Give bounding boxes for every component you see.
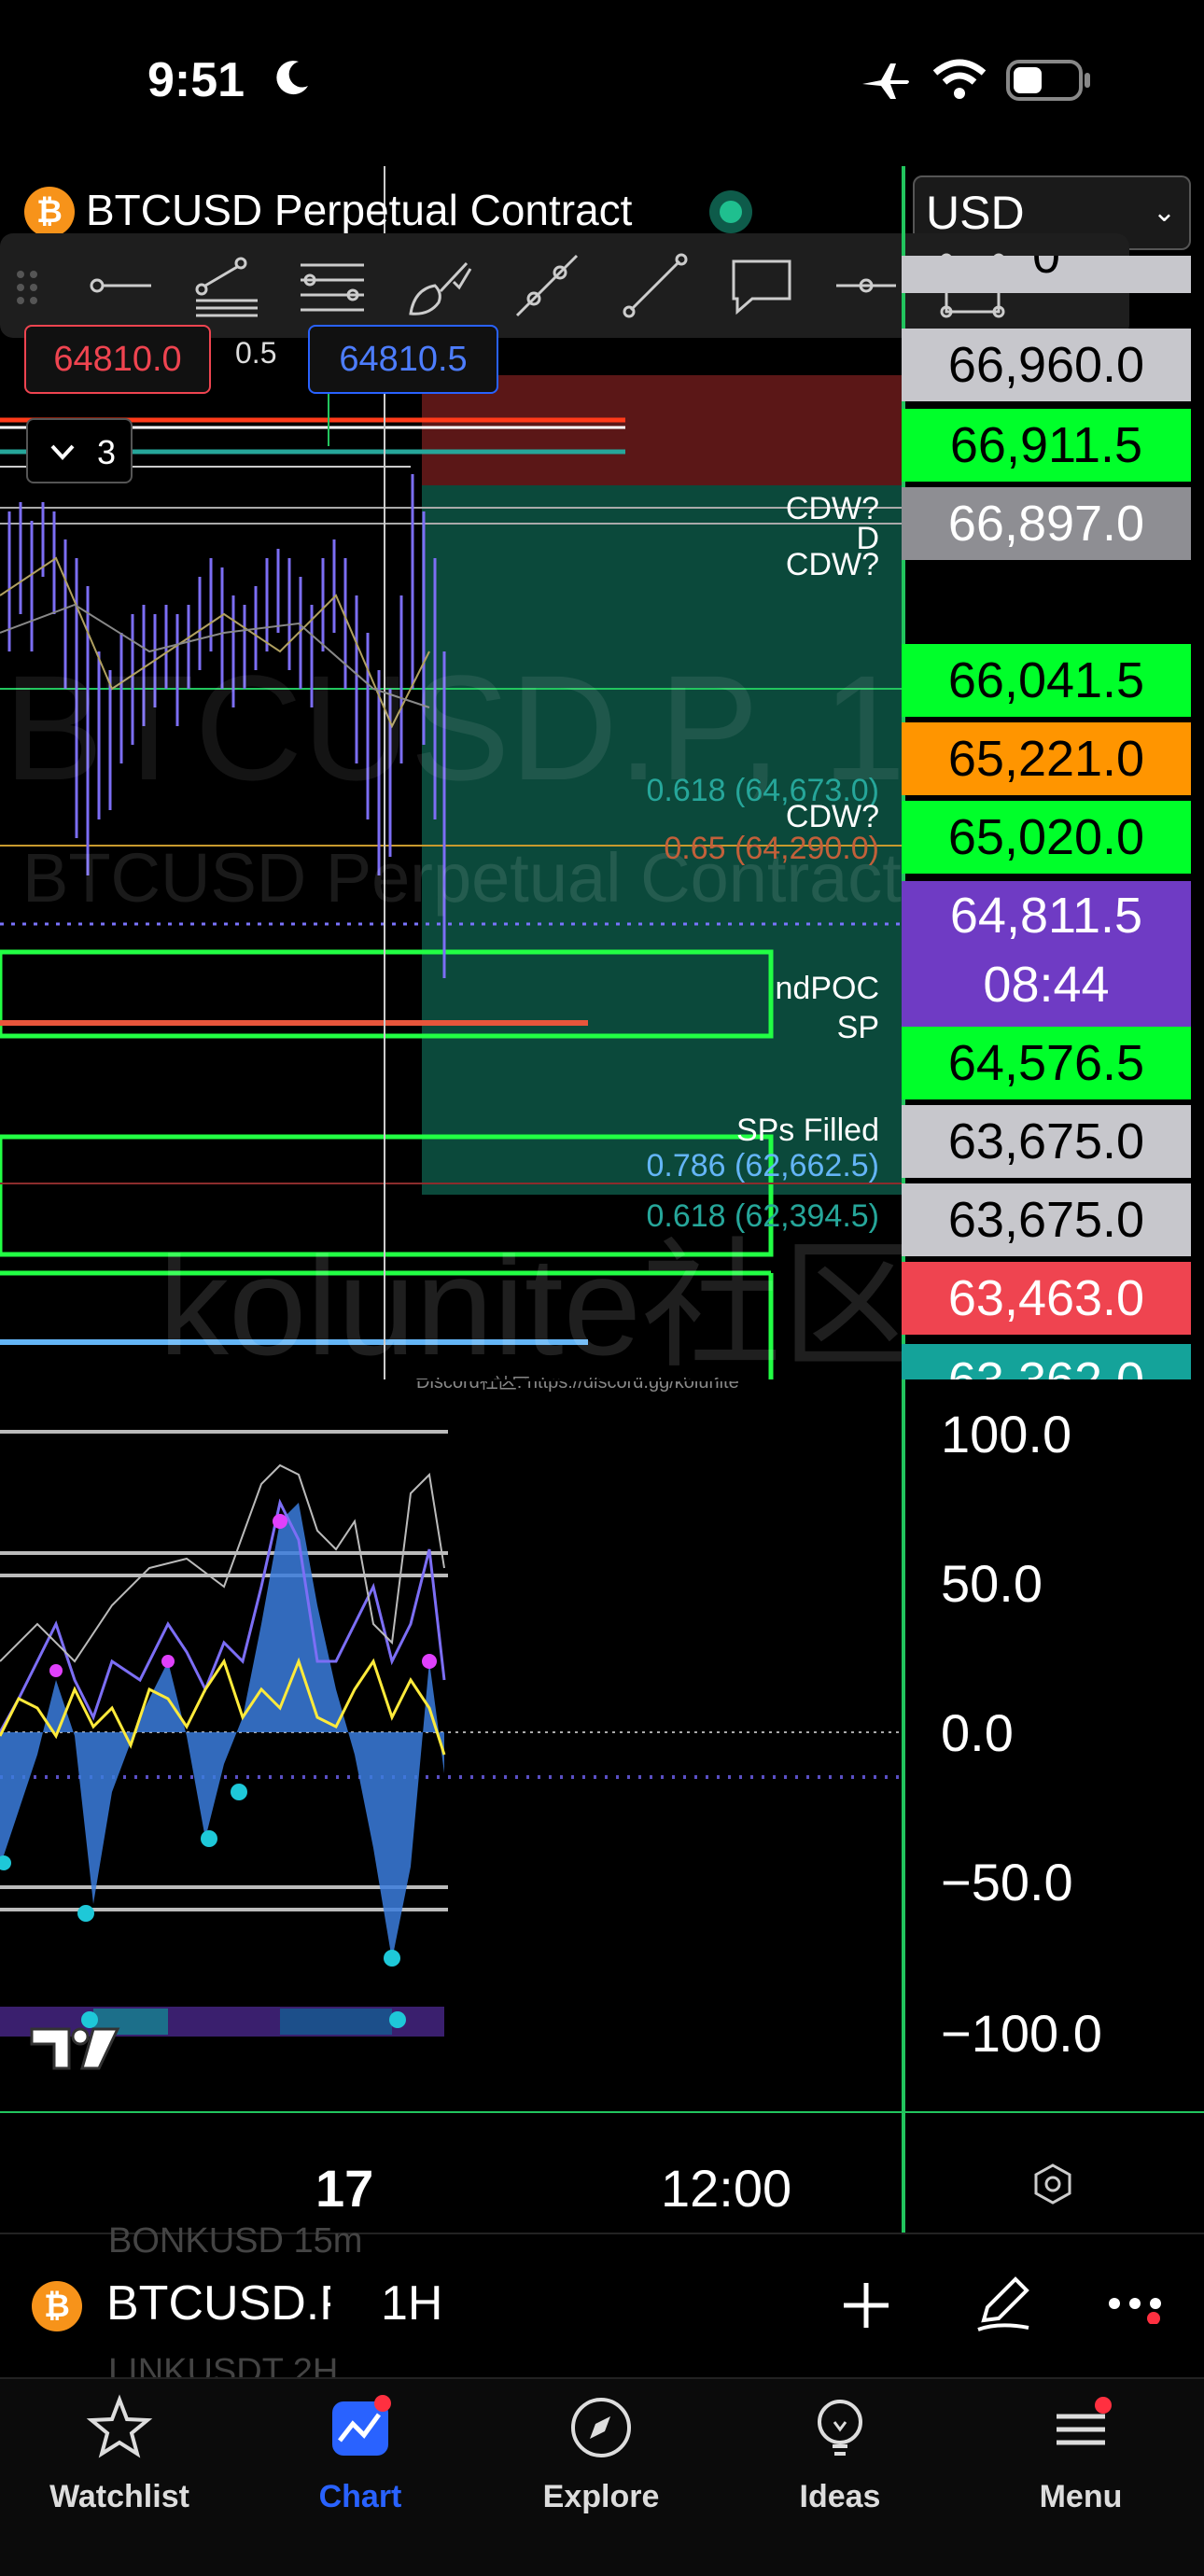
symbol-title[interactable]: BTCUSD Perpetual Contract	[86, 185, 632, 235]
axis-divider	[902, 2111, 905, 2234]
menu-icon	[1057, 2397, 1112, 2445]
price-label-value: 64,811.5	[949, 888, 1143, 944]
level-label: SPs Filled	[735, 1113, 879, 1148]
bitcoin-icon: ₿	[24, 187, 75, 237]
symbol-row[interactable]: BONKUSD 15m ₿ BTCUSD.P 1H LINKUSDT 2H	[0, 2221, 1204, 2391]
nav-ideas[interactable]: Ideas	[747, 2394, 933, 2515]
lightbulb-icon	[818, 2400, 862, 2456]
level-label: ndPOC	[775, 971, 880, 1006]
horizontal-line-icon[interactable]	[829, 248, 903, 323]
price-label: 65,221.0	[902, 722, 1191, 795]
oscillator-axis-label: 50.0	[941, 1554, 1043, 1613]
more-options-icon[interactable]	[1105, 2287, 1170, 2329]
price-label: 65,020.0	[902, 801, 1191, 874]
drag-handle-icon[interactable]	[9, 248, 47, 323]
status-time: 9:51	[147, 53, 245, 107]
price-label: 63,675.0	[902, 1105, 1191, 1178]
nav-menu-label: Menu	[1039, 2479, 1123, 2514]
battery-icon	[1006, 60, 1092, 105]
buy-button[interactable]: 64810.5	[308, 325, 498, 394]
price-label: 63,362.0	[902, 1344, 1191, 1379]
nav-chart-label: Chart	[318, 2479, 402, 2514]
price-label: 64,576.5	[902, 1027, 1191, 1099]
price-label: 66,041.5	[902, 644, 1191, 717]
market-status-icon	[709, 190, 752, 233]
bottom-nav[interactable]: Watchlist Chart Explore Ideas Menu	[0, 2377, 1204, 2576]
telegram-text: Telegram社区: https://t.me/kolunite_fans	[416, 1370, 749, 1379]
tradingview-logo-icon	[28, 2022, 121, 2079]
time-axis-time: 12:00	[661, 2159, 792, 2218]
oscillator-axis-label: −100.0	[941, 2004, 1102, 2063]
compass-icon	[571, 2398, 631, 2457]
parallel-channel-icon[interactable]	[189, 248, 263, 323]
star-icon	[86, 2394, 153, 2458]
level-label: CDW?	[785, 547, 879, 582]
price-label-countdown: 08:44	[983, 957, 1110, 1013]
wifi-icon	[931, 58, 987, 105]
price-label: 66,897.0	[902, 487, 1191, 560]
brush-icon[interactable]	[401, 248, 476, 323]
chevron-down-icon: ⌄	[1152, 197, 1176, 228]
chart-icon	[332, 2395, 391, 2456]
nav-explore[interactable]: Explore	[508, 2394, 694, 2515]
callout-icon[interactable]	[724, 248, 799, 323]
time-axis[interactable]: 17 12:00	[0, 2111, 1204, 2234]
chart-settings-icon[interactable]	[1030, 2162, 1075, 2211]
airplane-icon	[859, 60, 911, 107]
time-axis-day: 17	[315, 2159, 374, 2218]
level-label: SP	[836, 1010, 879, 1045]
level-label: 0.618 (62,394.5)	[646, 1198, 879, 1234]
bitcoin-icon: ₿	[32, 2281, 82, 2331]
current-symbol[interactable]: BTCUSD.P	[106, 2275, 330, 2331]
current-interval[interactable]: 1H	[381, 2275, 442, 2331]
oscillator-axis-label: 0.0	[941, 1703, 1014, 1762]
nav-watchlist-label: Watchlist	[49, 2479, 189, 2514]
oscillator-pane[interactable]: Discord社区: https://discord.gg/kolunite	[0, 1381, 902, 2109]
status-bar: 9:51	[0, 0, 1204, 163]
nav-explore-label: Explore	[542, 2479, 660, 2514]
nav-ideas-label: Ideas	[799, 2479, 881, 2514]
price-label: 63,463.0	[902, 1262, 1191, 1335]
currency-value: USD	[926, 187, 1025, 239]
price-label-partial: 0	[902, 256, 1191, 293]
horizontal-ray-icon[interactable]	[84, 248, 159, 323]
oscillator-axis-label: 100.0	[941, 1405, 1072, 1463]
price-label: 66,911.5	[902, 409, 1191, 482]
level-label: 0.786 (62,662.5)	[646, 1148, 879, 1183]
sell-button[interactable]: 64810.0	[24, 325, 211, 394]
price-label: 66,960.0	[902, 329, 1191, 401]
line-segment-icon[interactable]	[618, 248, 693, 323]
spread-value: 0.5	[235, 336, 277, 370]
chevron-down-icon	[47, 435, 78, 471]
price-label: 63,675.0	[902, 1183, 1191, 1256]
nav-chart[interactable]: Chart	[267, 2394, 454, 2515]
level-label: 0.65 (64,290.0)	[664, 831, 879, 866]
ghost-symbol-above: BONKUSD 15m	[108, 2221, 363, 2261]
add-indicator-icon[interactable]	[836, 2275, 896, 2340]
price-label: 64,811.5 08:44	[902, 881, 1191, 1027]
symbol-header[interactable]: ₿ BTCUSD Perpetual Contract	[0, 166, 901, 237]
drawing-pen-icon[interactable]	[971, 2270, 1036, 2340]
trend-line-icon[interactable]	[510, 248, 584, 323]
nav-menu[interactable]: Menu	[987, 2394, 1174, 2515]
collapse-count: 3	[97, 433, 117, 471]
moon-icon	[271, 58, 312, 104]
nav-watchlist[interactable]: Watchlist	[26, 2394, 213, 2515]
collapse-indicators-button[interactable]: 3	[26, 418, 133, 483]
discord-text: Discord社区: https://discord.gg/kolunite	[416, 1381, 739, 1393]
fib-retracement-icon[interactable]	[295, 248, 370, 323]
oscillator-axis-label: −50.0	[941, 1853, 1073, 1911]
